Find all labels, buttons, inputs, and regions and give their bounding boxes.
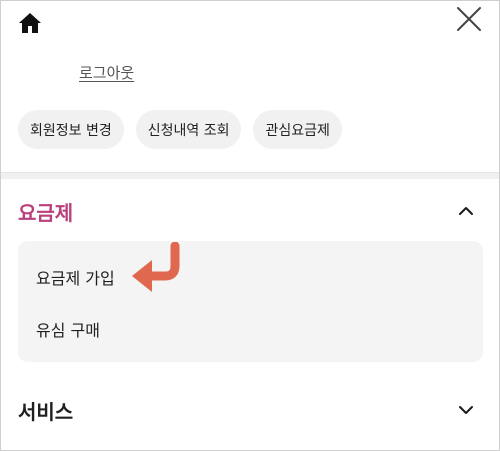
menu-section-plan[interactable]: 요금제 [18,196,482,226]
close-icon[interactable] [454,4,484,34]
submenu-item-plan-signup[interactable]: 요금제 가입 [36,265,115,289]
section-title-service: 서비스 [18,399,74,424]
submenu-plan: 요금제 가입 유심 구매 [18,241,483,362]
menu-section-service[interactable]: 서비스 [18,395,482,425]
section-title-plan: 요금제 [18,200,74,225]
home-icon[interactable] [17,10,43,36]
chevron-up-icon [459,207,473,215]
chip-favorite-plans[interactable]: 관심요금제 [253,110,342,149]
section-divider [1,172,499,179]
chevron-down-icon [459,406,473,414]
quick-links: 회원정보 변경 신청내역 조회 관심요금제 [18,110,342,149]
submenu-item-usim-purchase[interactable]: 유심 구매 [36,317,100,341]
chip-member-info[interactable]: 회원정보 변경 [18,110,124,149]
chip-application-history[interactable]: 신청내역 조회 [135,110,242,149]
logout-link[interactable]: 로그아웃 [79,62,134,83]
